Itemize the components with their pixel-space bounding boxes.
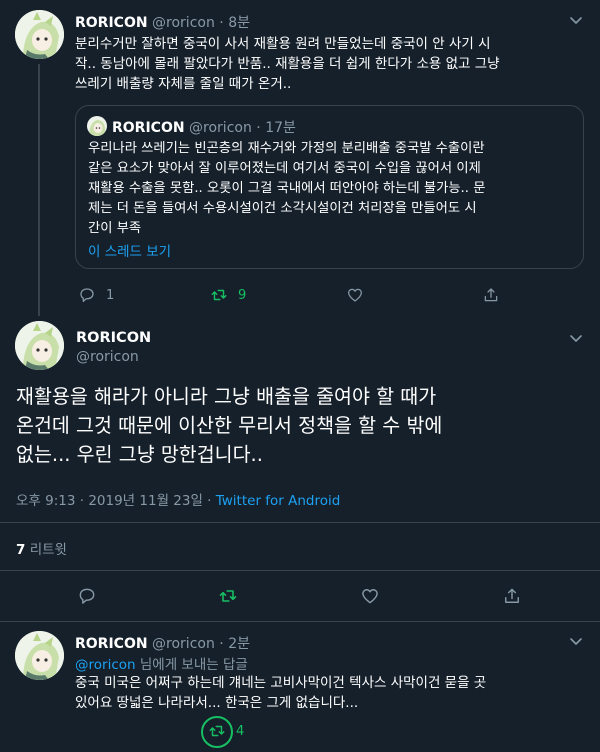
retweets-label: 리트윗 xyxy=(29,542,67,558)
share-upload-icon xyxy=(484,288,498,302)
heart-icon xyxy=(362,589,378,604)
tweet-time[interactable]: 8분 xyxy=(228,15,250,31)
retweet-button[interactable]: 9 xyxy=(210,286,246,304)
like-button[interactable] xyxy=(346,286,364,304)
tweet-text-line: 작.. 동남아에 몰래 팔았다가 반품.. 재활용을 더 쉽게 한다가 소용 없… xyxy=(75,56,500,72)
separator: · xyxy=(219,636,224,652)
chevron-down-icon[interactable] xyxy=(568,633,584,649)
tweet-time[interactable]: 2분 xyxy=(228,636,250,652)
retweet-button[interactable] xyxy=(218,586,238,606)
reply-to-suffix: 님에게 보내는 답글 xyxy=(135,657,248,673)
avatar[interactable] xyxy=(15,10,64,59)
tweet-text-line: 온건데 그것 때문에 이산한 무리서 정책을 할 수 밖에 xyxy=(16,414,443,437)
tweet-text-line: 있어요 땅넓은 나라라서... 한국은 그게 없습니다... xyxy=(75,695,359,711)
quoted-text-line: 재활용 수출을 못함.. 오롯이 그걸 국내에서 떠안아야 하는데 불가능.. … xyxy=(88,181,486,196)
retweet-arrows-icon xyxy=(219,590,237,602)
timestamp-text[interactable]: 오후 9:13 · 2019년 11월 23일 · xyxy=(16,493,216,509)
avatar[interactable] xyxy=(15,631,64,680)
retweet-button[interactable]: 4 xyxy=(208,722,244,740)
quoted-text-line: 우리나라 쓰레기는 빈곤층의 재수거와 가정의 분리배출 중국발 수출이란 xyxy=(88,141,485,156)
tweet-text-line: 분리수거만 잘하면 중국이 사서 재활용 원려 만들었는데 중국이 안 사기 시 xyxy=(75,36,491,52)
speech-bubble-icon xyxy=(80,288,94,303)
tweet-text: 분리수거만 잘하면 중국이 사서 재활용 원려 만들었는데 중국이 안 사기 시… xyxy=(75,34,587,94)
reply-button[interactable] xyxy=(77,586,97,606)
tweet-text-line: 재활용을 해라가 아니라 그냥 배출을 줄여야 할 때가 xyxy=(16,385,437,408)
thread-connector-line xyxy=(38,64,40,316)
reply-button[interactable]: 1 xyxy=(78,286,114,304)
separator: · xyxy=(219,15,224,31)
reply-to-handle[interactable]: @roricon xyxy=(75,657,136,673)
divider xyxy=(0,570,600,571)
quoted-avatar xyxy=(87,116,107,136)
avatar-illustration xyxy=(15,631,64,680)
quoted-tweet-header: RORICON @roricon · 17분 xyxy=(112,117,296,137)
tweet-text: 중국 미국은 어쩌구 하는데 걔네는 고비사막이건 텍사스 사막이건 묻을 곳 … xyxy=(75,673,590,713)
avatar-illustration xyxy=(89,120,105,136)
main-tweet-text: 재활용을 해라가 아니라 그냥 배출을 줄여야 할 때가 온건데 그것 때문에 … xyxy=(16,382,588,469)
avatar-illustration xyxy=(15,10,64,59)
display-name[interactable]: RORICON xyxy=(75,636,148,652)
show-thread-link[interactable]: 이 스레드 보기 xyxy=(88,240,171,260)
tweet-time: 17분 xyxy=(265,120,296,136)
display-name: RORICON xyxy=(112,120,185,136)
handle[interactable]: @roricon xyxy=(152,15,215,31)
tweet-text-line: 쓰레기 배출량 자체를 줄일 때가 온거.. xyxy=(75,76,292,92)
share-button[interactable] xyxy=(502,586,522,606)
display-name[interactable]: RORICON xyxy=(76,330,151,346)
quoted-text-line: 같은 요소가 맞아서 잘 이루어졌는데 여기서 중국이 수입을 끊어서 이제 xyxy=(88,161,481,176)
quoted-tweet-text: 우리나라 쓰레기는 빈곤층의 재수거와 가정의 분리배출 중국발 수출이란 같은… xyxy=(88,139,578,239)
quoted-text-line: 제는 더 돈을 들여서 수용시설이건 소각시설이건 처리장을 만들어도 시 xyxy=(88,201,477,216)
separator: · xyxy=(256,120,261,136)
heart-icon xyxy=(347,288,363,302)
speech-bubble-icon xyxy=(79,588,95,604)
chevron-down-icon[interactable] xyxy=(568,330,584,346)
avatar[interactable] xyxy=(15,321,64,370)
handle: @roricon xyxy=(189,120,252,136)
retweet-arrows-icon xyxy=(209,725,225,737)
share-button[interactable] xyxy=(482,286,500,304)
avatar-illustration xyxy=(15,321,64,370)
tweet-header: RORICON @roricon · 8분 xyxy=(75,12,250,32)
quoted-text-line: 간이 부족 xyxy=(88,221,142,236)
retweet-stats[interactable]: 7 리트윗 xyxy=(16,538,67,558)
reply-count: 1 xyxy=(106,287,115,303)
retweet-count: 9 xyxy=(238,287,247,303)
divider xyxy=(0,621,600,622)
reply-context: @roricon 님에게 보내는 답글 xyxy=(75,653,248,673)
divider xyxy=(0,522,600,523)
client-link[interactable]: Twitter for Android xyxy=(216,493,341,509)
handle[interactable]: @roricon xyxy=(152,636,215,652)
handle[interactable]: @roricon xyxy=(76,349,139,365)
tweet-header: RORICON @roricon · 2분 xyxy=(75,633,250,653)
share-upload-icon xyxy=(505,588,519,603)
chevron-down-icon[interactable] xyxy=(568,12,584,28)
tweet-text-line: 없는... 우린 그냥 망한겁니다.. xyxy=(16,443,263,466)
tweet-text-line: 중국 미국은 어쩌구 하는데 걔네는 고비사막이건 텍사스 사막이건 묻을 곳 xyxy=(75,675,487,691)
tweet-timestamp: 오후 9:13 · 2019년 11월 23일 · Twitter for An… xyxy=(16,489,340,509)
display-name[interactable]: RORICON xyxy=(75,15,148,31)
retweet-arrows-icon xyxy=(211,289,227,301)
retweets-number: 7 xyxy=(16,542,26,558)
like-button[interactable] xyxy=(360,586,380,606)
retweet-count: 4 xyxy=(236,723,245,739)
